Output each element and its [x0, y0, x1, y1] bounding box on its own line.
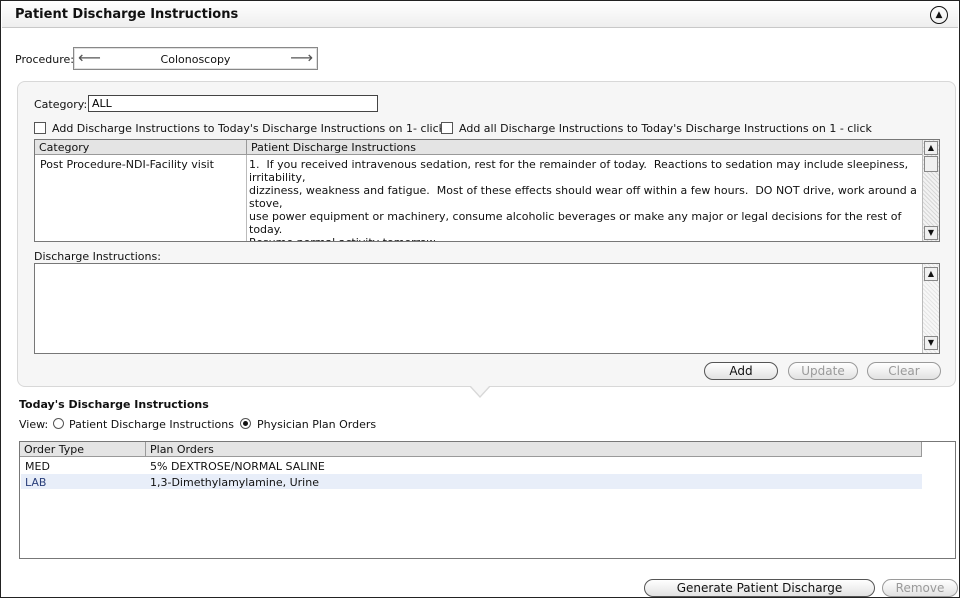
- today-section-title: Today's Discharge Instructions: [19, 398, 209, 411]
- scroll-down-icon[interactable]: ▼: [924, 336, 938, 350]
- view-option-patient[interactable]: Patient Discharge Instructions: [69, 418, 234, 431]
- add-one-click-label: Add Discharge Instructions to Today's Di…: [52, 122, 446, 135]
- add-button[interactable]: Add: [704, 362, 778, 380]
- update-button[interactable]: Update: [788, 362, 858, 380]
- procedure-value: Colonoscopy: [160, 53, 231, 66]
- remove-button[interactable]: Remove: [882, 579, 958, 597]
- generate-instructions-button[interactable]: Generate Patient Discharge Instructions: [644, 579, 875, 598]
- view-radio-physician[interactable]: [240, 418, 251, 429]
- category-input[interactable]: [88, 95, 378, 112]
- chevron-up-icon: ▲: [935, 9, 943, 20]
- instructions-scrollbar[interactable]: ▲ ▼: [922, 140, 939, 241]
- scroll-up-icon[interactable]: ▲: [924, 141, 938, 155]
- column-header-order-type[interactable]: Order Type: [20, 442, 146, 457]
- add-one-click-checkbox[interactable]: [34, 122, 46, 134]
- window-title: Patient Discharge Instructions: [15, 7, 239, 22]
- add-all-one-click-checkbox[interactable]: [441, 122, 453, 134]
- scroll-up-icon[interactable]: ▲: [924, 267, 938, 281]
- clear-button[interactable]: Clear: [867, 362, 941, 380]
- title-bar: Patient Discharge Instructions ▲: [2, 2, 958, 28]
- arrow-right-icon[interactable]: ⟶: [290, 49, 313, 67]
- row-category: Post Procedure-NDI-Facility visit: [40, 158, 214, 171]
- view-label: View:: [19, 418, 49, 431]
- textarea-scrollbar[interactable]: ▲ ▼: [922, 264, 939, 353]
- order-type-cell: LAB: [25, 476, 47, 489]
- scroll-down-icon[interactable]: ▼: [924, 226, 938, 240]
- category-label: Category:: [34, 98, 88, 111]
- column-header-instructions[interactable]: Patient Discharge Instructions: [247, 140, 923, 155]
- row-instruction-text: 1. If you received intravenous sedation,…: [249, 158, 917, 241]
- add-all-one-click-label: Add all Discharge Instructions to Today'…: [459, 122, 872, 135]
- orders-grid: Order Type Plan Orders MED 5% DEXTROSE/N…: [19, 441, 956, 559]
- view-radio-patient[interactable]: [53, 418, 64, 429]
- instructions-grid: Category Patient Discharge Instructions …: [34, 139, 940, 242]
- view-option-physician[interactable]: Physician Plan Orders: [257, 418, 376, 431]
- procedure-selector[interactable]: ⟵ Colonoscopy ⟶: [73, 47, 318, 70]
- discharge-window: Patient Discharge Instructions ▲ Procedu…: [0, 0, 960, 598]
- discharge-instructions-label: Discharge Instructions:: [34, 250, 161, 263]
- discharge-instructions-textarea[interactable]: ▲ ▼: [34, 263, 940, 354]
- column-header-plan-orders[interactable]: Plan Orders: [146, 442, 922, 457]
- procedure-label: Procedure:: [15, 53, 74, 66]
- plan-order-cell: 5% DEXTROSE/NORMAL SALINE: [150, 460, 325, 473]
- table-row-selected[interactable]: LAB 1,3-Dimethylamylamine, Urine: [21, 474, 922, 489]
- scroll-thumb[interactable]: [924, 156, 938, 172]
- plan-order-cell: 1,3-Dimethylamylamine, Urine: [150, 476, 319, 489]
- collapse-button[interactable]: ▲: [930, 6, 948, 24]
- order-type-cell: MED: [25, 460, 50, 473]
- column-header-category[interactable]: Category: [35, 140, 247, 155]
